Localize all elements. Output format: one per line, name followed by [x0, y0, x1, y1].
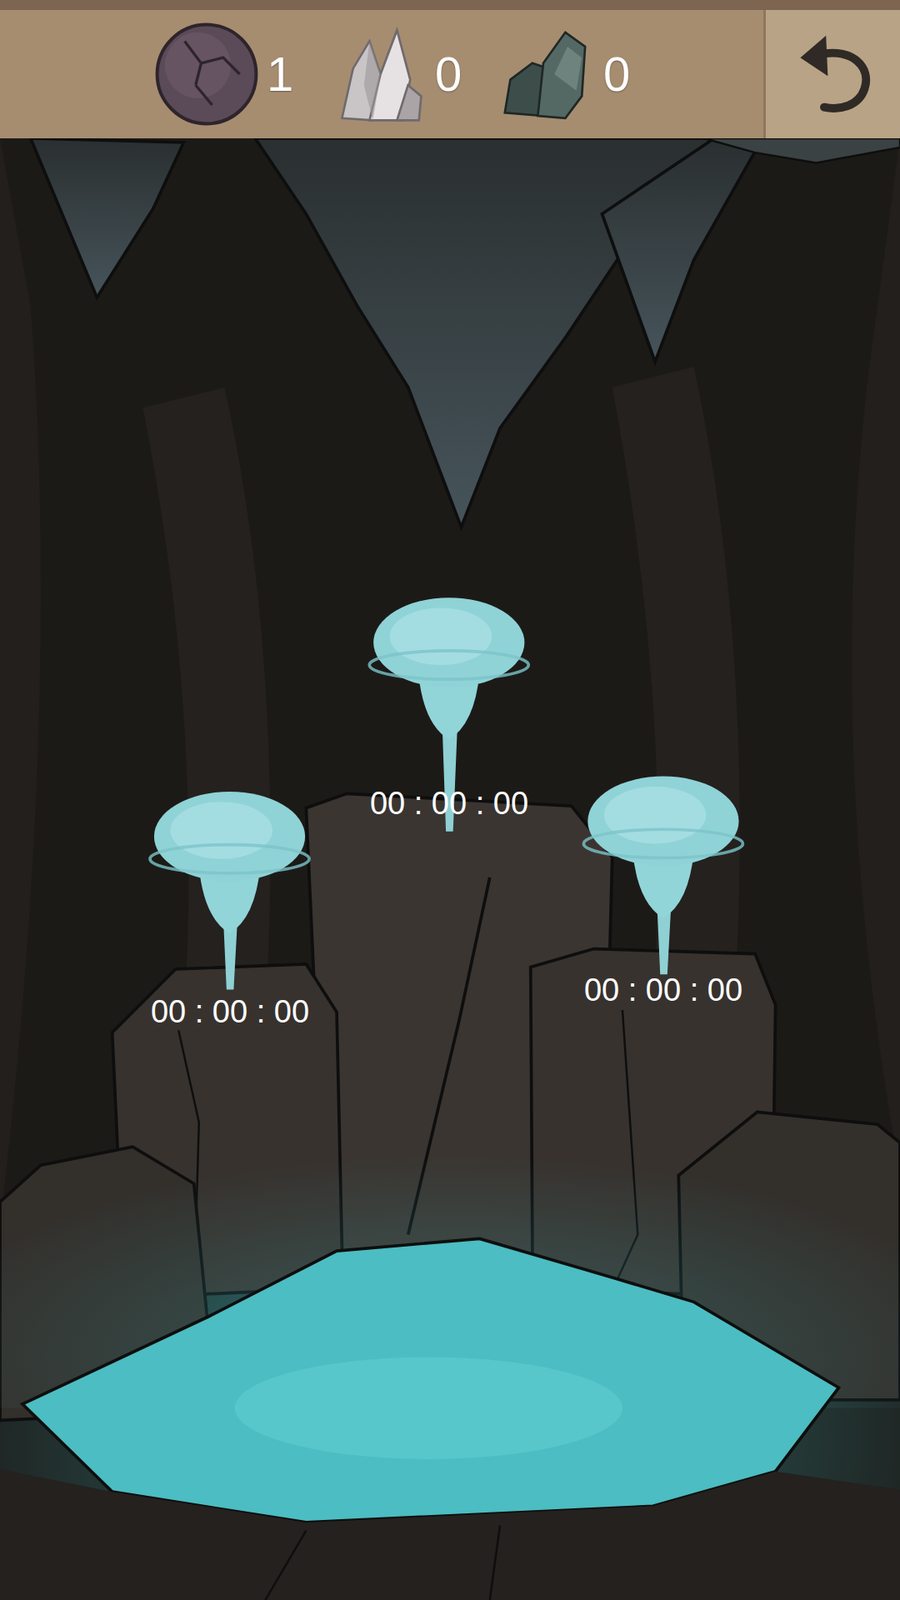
game-screen: 1 0 0 00 : 00 : 00 00 : 00 : 00 00 : 00 : 00	[0, 0, 900, 1600]
resource-item: 0	[488, 19, 634, 130]
resource-bar: 1 0 0	[0, 0, 900, 139]
geyser-timer: 00 : 00 : 00	[147, 991, 313, 1034]
resource-item: 1	[151, 19, 297, 130]
resource-list: 1 0 0	[0, 10, 764, 139]
undo-button[interactable]	[763, 10, 900, 139]
stone-orb-icon	[151, 19, 262, 130]
geyser[interactable]	[583, 776, 743, 975]
geyser-timer: 00 : 00 : 00	[580, 970, 746, 1012]
ore-icon	[488, 19, 599, 130]
resource-count: 0	[435, 47, 465, 101]
undo-arrow-icon	[787, 28, 880, 120]
resource-count: 1	[266, 47, 297, 101]
crystal-icon	[320, 19, 430, 130]
resource-count: 0	[603, 47, 634, 101]
geyser[interactable]	[150, 791, 310, 990]
cave-illustration	[0, 138, 900, 1600]
geyser-timer: 00 : 00 : 00	[366, 783, 532, 825]
resource-item: 0	[320, 19, 465, 130]
cave-scene: 00 : 00 : 00 00 : 00 : 00 00 : 00 : 00	[0, 138, 900, 1600]
